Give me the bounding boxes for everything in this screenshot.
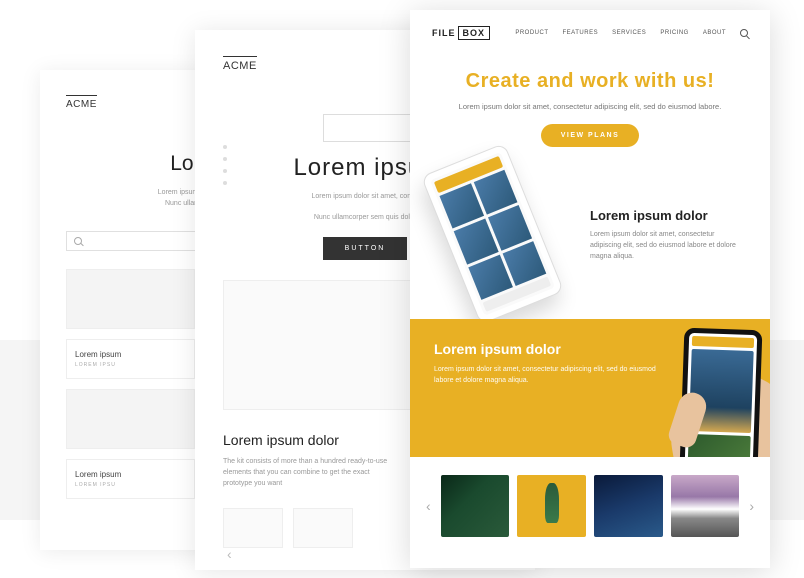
hero-text: Lorem ipsum dolor sit amet, consectetur … — [440, 101, 740, 112]
hero-section: Create and work with us! Lorem ipsum dol… — [410, 56, 770, 157]
brand-logo: FILEBOX — [432, 28, 490, 38]
brand-logo: ACME — [66, 95, 97, 110]
gallery-thumb[interactable] — [441, 475, 510, 537]
search-icon — [74, 237, 82, 245]
tile-title: Lorem ipsum — [75, 350, 186, 359]
brand-right: BOX — [458, 26, 491, 40]
image-placeholder — [66, 269, 195, 329]
content-block-placeholder — [223, 280, 413, 410]
search-icon[interactable] — [740, 29, 748, 37]
chevron-left-icon[interactable]: ‹ — [227, 546, 232, 562]
phone-mockup-tilted — [434, 175, 574, 295]
feature-heading: Lorem ipsum dolor — [590, 208, 746, 223]
hand-holding-phone — [630, 327, 770, 457]
nav-item-features[interactable]: FEATURES — [563, 30, 599, 36]
feature-text-1: Lorem ipsum dolor Lorem ipsum dolor sit … — [590, 208, 746, 263]
tile-card[interactable]: Lorem ipsum LOREM IPSU — [66, 339, 195, 379]
nav-item-about[interactable]: ABOUT — [703, 30, 726, 36]
design-card-front: FILEBOX PRODUCT FEATURES SERVICES PRICIN… — [410, 10, 770, 568]
tile-placeholder — [223, 508, 283, 548]
tile-sub: LOREM IPSU — [75, 482, 186, 488]
pagination-dots[interactable] — [223, 145, 227, 185]
nav-item-product[interactable]: PRODUCT — [515, 30, 548, 36]
feature-body: Lorem ipsum dolor sit amet, consectetur … — [590, 229, 746, 263]
nav-item-pricing[interactable]: PRICING — [660, 30, 689, 36]
tile-sub: LOREM IPSU — [75, 362, 186, 368]
hero-heading: Create and work with us! — [440, 70, 740, 93]
image-gallery: ‹ › — [410, 457, 770, 555]
gallery-thumb[interactable] — [594, 475, 663, 537]
header: FILEBOX PRODUCT FEATURES SERVICES PRICIN… — [410, 10, 770, 56]
chevron-left-icon[interactable]: ‹ — [424, 498, 433, 514]
primary-button[interactable]: BUTTON — [323, 237, 408, 260]
cta-button[interactable]: VIEW PLANS — [541, 124, 640, 147]
nav-item-services[interactable]: SERVICES — [612, 30, 646, 36]
chevron-right-icon[interactable]: › — [747, 498, 756, 514]
brand-left: FILE — [432, 28, 456, 38]
feature-band: Lorem ipsum dolor Lorem ipsum dolor sit … — [410, 319, 770, 457]
section-text: The kit consists of more than a hundred … — [223, 456, 393, 490]
nav-menu: PRODUCT FEATURES SERVICES PRICING ABOUT — [515, 29, 748, 37]
gallery-thumb[interactable] — [671, 475, 740, 537]
brand-logo: ACME — [223, 56, 257, 72]
feature-row-1: Lorem ipsum dolor Lorem ipsum dolor sit … — [410, 157, 770, 319]
tile-placeholder — [293, 508, 353, 548]
image-placeholder — [66, 389, 195, 449]
tile-card[interactable]: Lorem ipsum LOREM IPSU — [66, 459, 195, 499]
tile-title: Lorem ipsum — [75, 470, 186, 479]
gallery-thumb[interactable] — [517, 475, 586, 537]
